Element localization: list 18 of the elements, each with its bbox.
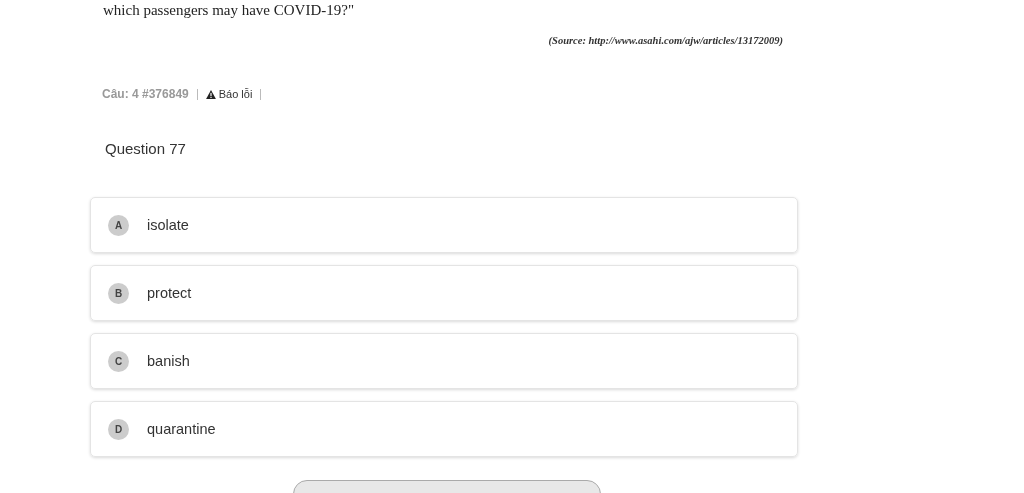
source-citation: (Source: http://www.asahi.com/ajw/articles/13172009) [547,35,783,46]
report-error-link[interactable]: Báo lỗi [205,88,253,100]
answer-option[interactable]: D quarantine [90,401,798,457]
option-text: protect [147,285,192,301]
passage-text: which passengers may have COVID-19?" [103,1,356,19]
option-letter: D [108,418,129,440]
warning-icon [205,89,216,99]
answer-option[interactable]: A isolate [90,197,798,253]
option-letter: C [108,350,129,372]
option-letter: A [108,214,129,236]
option-letter: B [108,282,129,304]
question-id: Câu: 4 #376849 [102,87,189,101]
option-text: quarantine [147,421,216,437]
question-title: Question 77 [105,140,187,157]
answer-option[interactable]: B protect [90,265,798,321]
answer-option[interactable]: C banish [90,333,798,389]
option-text: isolate [147,217,189,233]
option-text: banish [147,353,190,369]
